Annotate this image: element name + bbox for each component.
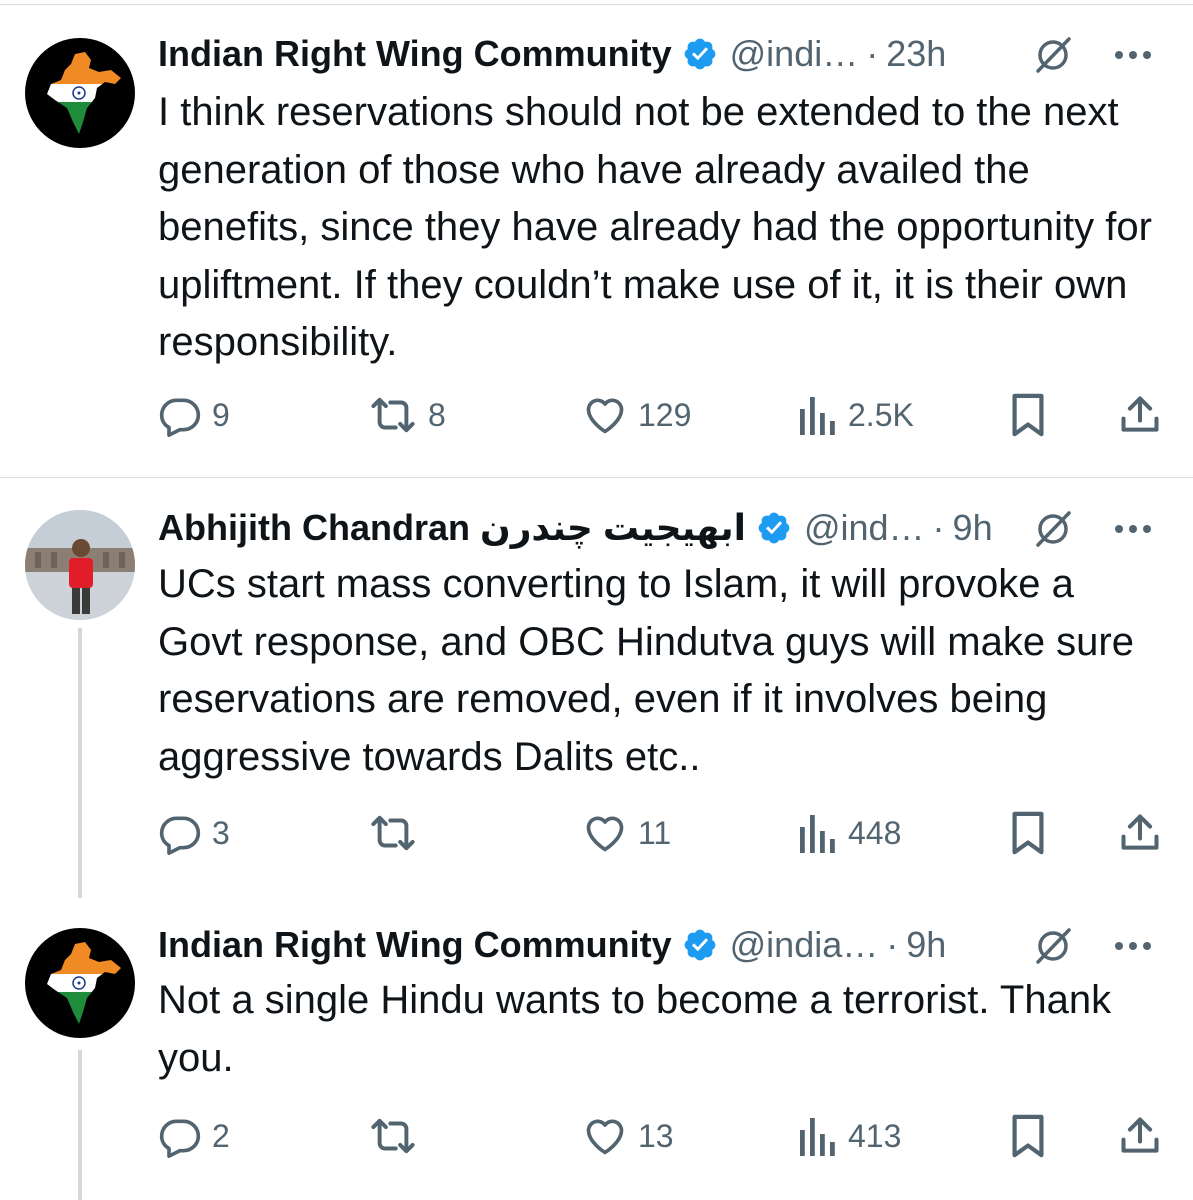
tweet-2[interactable]: Abhijith Chandran ابھیجیت چندرن @ind… · … bbox=[0, 478, 1193, 898]
india-map-logo bbox=[47, 942, 121, 1024]
bookmark-button[interactable] bbox=[1008, 390, 1048, 440]
views-button[interactable]: 413 bbox=[798, 1111, 901, 1161]
tweet-header: Indian Right Wing Community @india… · 9h bbox=[158, 922, 1163, 968]
tweet-text: Not a single Hindu wants to become a ter… bbox=[158, 978, 1112, 1080]
author-handle[interactable]: @india… bbox=[730, 924, 879, 966]
author-name[interactable]: Indian Right Wing Community bbox=[158, 33, 672, 75]
like-button[interactable]: 11 bbox=[582, 808, 671, 858]
like-count: 13 bbox=[638, 1117, 674, 1154]
repost-button[interactable] bbox=[368, 1111, 428, 1161]
reply-icon bbox=[159, 398, 201, 437]
author-name[interactable]: Indian Right Wing Community bbox=[158, 924, 672, 966]
share-icon bbox=[1121, 1117, 1159, 1153]
thread-connector bbox=[78, 1050, 82, 1200]
views-count: 413 bbox=[848, 1117, 902, 1154]
tweet-text: UCs start mass converting to Islam, it w… bbox=[158, 562, 1134, 779]
tweet-text: I think reservations should not be exten… bbox=[158, 90, 1152, 364]
timestamp[interactable]: 23h bbox=[886, 33, 946, 75]
author-handle[interactable]: @ind… bbox=[804, 507, 925, 549]
reply-count: 2 bbox=[212, 1117, 230, 1154]
tweet-header: Abhijith Chandran ابھیجیت چندرن @ind… · … bbox=[158, 505, 1163, 551]
separator-dot: · bbox=[886, 924, 899, 965]
grok-icon[interactable] bbox=[1033, 509, 1073, 549]
india-map-logo bbox=[47, 52, 121, 134]
repost-icon bbox=[371, 397, 415, 433]
views-icon bbox=[800, 1118, 835, 1156]
like-count: 129 bbox=[638, 396, 692, 433]
verified-badge-icon bbox=[684, 929, 715, 961]
action-bar: 2 13 413 bbox=[158, 1111, 1168, 1161]
separator-dot: · bbox=[866, 33, 879, 74]
views-button[interactable]: 448 bbox=[798, 808, 901, 858]
views-button[interactable]: 2.5K bbox=[798, 390, 914, 440]
reply-count: 9 bbox=[212, 396, 230, 433]
heart-icon bbox=[586, 816, 624, 852]
action-bar: 9 8 129 2.5K bbox=[158, 390, 1168, 440]
share-icon bbox=[1121, 814, 1159, 850]
like-button[interactable]: 13 bbox=[582, 1111, 674, 1161]
reply-button[interactable]: 2 bbox=[158, 1111, 230, 1161]
bookmark-button[interactable] bbox=[1008, 1111, 1048, 1161]
tweet-header: Indian Right Wing Community @indi… · 23h bbox=[158, 31, 1163, 77]
views-icon bbox=[800, 397, 835, 435]
tweet-3[interactable]: Indian Right Wing Community @india… · 9h… bbox=[0, 898, 1193, 1200]
repost-button[interactable]: 8 bbox=[368, 390, 446, 440]
grok-icon[interactable] bbox=[1033, 926, 1073, 966]
views-icon bbox=[800, 815, 835, 853]
verified-badge-icon bbox=[758, 512, 790, 544]
separator-dot: · bbox=[932, 507, 945, 548]
avatar-abhijith-chandran[interactable] bbox=[25, 510, 135, 620]
bookmark-icon bbox=[1012, 1114, 1044, 1158]
more-icon[interactable] bbox=[1111, 509, 1155, 549]
views-count: 2.5K bbox=[848, 396, 914, 433]
more-icon[interactable] bbox=[1111, 35, 1155, 75]
reply-button[interactable]: 3 bbox=[158, 808, 230, 858]
avatar-indian-right-wing-community[interactable] bbox=[25, 928, 135, 1038]
repost-count: 8 bbox=[428, 396, 446, 433]
heart-icon bbox=[586, 1119, 624, 1155]
share-button[interactable] bbox=[1118, 808, 1162, 858]
repost-button[interactable] bbox=[368, 808, 428, 858]
reply-count: 3 bbox=[212, 814, 230, 851]
timestamp[interactable]: 9h bbox=[906, 924, 946, 966]
reply-icon bbox=[159, 816, 201, 855]
views-count: 448 bbox=[848, 814, 902, 851]
heart-icon bbox=[586, 398, 624, 434]
more-icon[interactable] bbox=[1111, 926, 1155, 966]
action-bar: 3 11 448 bbox=[158, 808, 1168, 858]
repost-icon bbox=[371, 815, 415, 851]
thread-connector bbox=[78, 628, 82, 898]
avatar-indian-right-wing-community[interactable] bbox=[25, 38, 135, 148]
bookmark-icon bbox=[1012, 811, 1044, 855]
tweet-1[interactable]: Indian Right Wing Community @indi… · 23h… bbox=[0, 0, 1193, 478]
reply-button[interactable]: 9 bbox=[158, 390, 230, 440]
like-count: 11 bbox=[638, 814, 672, 851]
reply-icon bbox=[159, 1119, 201, 1158]
share-icon bbox=[1121, 396, 1159, 432]
timestamp[interactable]: 9h bbox=[953, 507, 993, 549]
author-name[interactable]: Abhijith Chandran ابھیجیت چندرن bbox=[158, 507, 746, 549]
bookmark-button[interactable] bbox=[1008, 808, 1048, 858]
verified-badge-icon bbox=[684, 38, 715, 70]
share-button[interactable] bbox=[1118, 1111, 1162, 1161]
grok-icon[interactable] bbox=[1033, 35, 1073, 75]
share-button[interactable] bbox=[1118, 390, 1162, 440]
profile-photo bbox=[25, 510, 135, 620]
author-handle[interactable]: @indi… bbox=[730, 33, 859, 75]
like-button[interactable]: 129 bbox=[582, 390, 691, 440]
bookmark-icon bbox=[1012, 393, 1044, 437]
repost-icon bbox=[371, 1118, 415, 1154]
